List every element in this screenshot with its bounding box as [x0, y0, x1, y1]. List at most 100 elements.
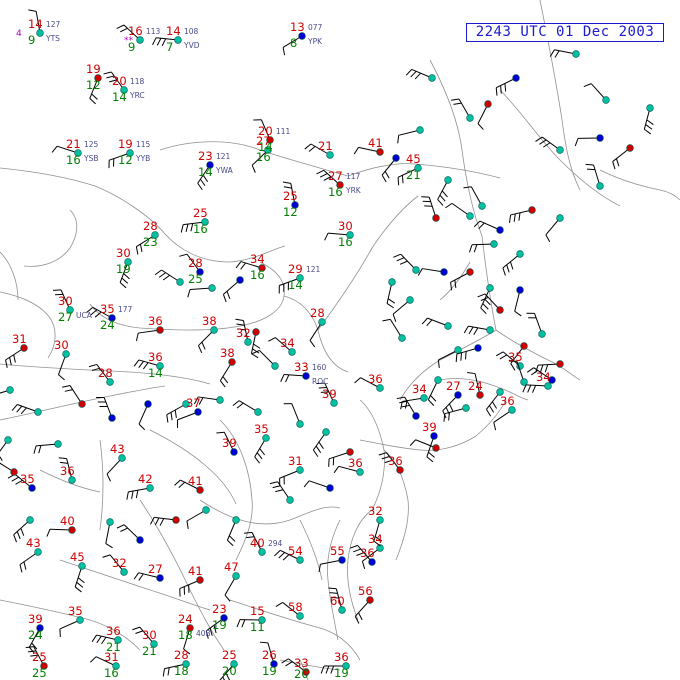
station-plot[interactable]: [303, 480, 334, 492]
station-plot[interactable]: [19, 548, 42, 573]
sky-cover-circle: [136, 536, 144, 544]
temperature-label: 36: [388, 454, 403, 468]
station-plot[interactable]: [405, 68, 436, 82]
station-plot[interactable]: [535, 136, 564, 154]
station-plot[interactable]: [437, 176, 452, 206]
station-plot[interactable]: [574, 134, 604, 147]
station-plot[interactable]: [397, 126, 424, 144]
station-plot[interactable]: [477, 100, 492, 130]
wind-barb-flag: [428, 451, 435, 458]
station-plot[interactable]: [279, 466, 304, 487]
station-plot[interactable]: [545, 214, 564, 243]
wind-barb-flag: [285, 374, 290, 383]
station-plot[interactable]: [251, 349, 279, 370]
station-plot[interactable]: [197, 326, 218, 354]
station-plot[interactable]: [154, 269, 184, 286]
station-plot[interactable]: [138, 400, 152, 431]
station-plot[interactable]: [232, 400, 262, 416]
wind-barb-flag: [13, 354, 16, 363]
wind-barb-flag: [401, 404, 410, 408]
station-plot[interactable]: [312, 428, 330, 457]
wind-barb-flag: [11, 476, 19, 482]
wind-barb-flag: [154, 517, 160, 526]
sky-cover-circle: [236, 276, 244, 284]
station-plot[interactable]: [116, 524, 144, 544]
station-plot[interactable]: [318, 556, 346, 573]
station-plot[interactable]: [222, 276, 244, 303]
station-plot[interactable]: [186, 506, 210, 529]
wind-barb-flag: [325, 665, 330, 674]
station-plot[interactable]: [381, 154, 400, 183]
sky-cover-circle: [322, 428, 330, 436]
station-plot[interactable]: [502, 250, 524, 276]
station-plot[interactable]: [480, 284, 494, 315]
station-plot[interactable]: [176, 408, 202, 428]
station-plot[interactable]: [11, 404, 42, 416]
wind-barb-flag: [156, 37, 162, 46]
station-plot[interactable]: [495, 74, 520, 96]
sky-cover-circle: [176, 278, 184, 286]
station-plot[interactable]: [0, 436, 12, 465]
station-plot[interactable]: [106, 454, 126, 482]
station-plot[interactable]: [96, 396, 116, 422]
station-plot[interactable]: [514, 286, 524, 317]
station-plot[interactable]: [224, 572, 240, 602]
wind-barb-flag: [232, 400, 240, 407]
station-plot[interactable]: [269, 481, 294, 504]
station-plot[interactable]: [283, 403, 304, 428]
station-plot[interactable]: [149, 516, 180, 526]
station-plot[interactable]: [526, 312, 546, 338]
temperature-label: 31: [104, 650, 119, 664]
station-plot[interactable]: [187, 284, 216, 298]
station-plot[interactable]: [612, 144, 634, 170]
station-plot[interactable]: [443, 404, 470, 422]
wind-barb-flag: [158, 272, 166, 278]
station-plot[interactable]: [445, 202, 474, 220]
station-plot[interactable]: [643, 104, 654, 135]
station-plot[interactable]: [74, 562, 86, 593]
station-plot[interactable]: [219, 358, 236, 388]
wind-barb-flag: [500, 85, 502, 94]
station-plot[interactable]: [427, 376, 442, 406]
station-plot[interactable]: [450, 268, 474, 291]
wind-barb-flag: [120, 27, 128, 33]
station-plot[interactable]: [382, 318, 406, 342]
dewpoint-label: 18: [174, 664, 189, 678]
station-plot[interactable]: [549, 49, 580, 58]
station-plot[interactable]: [0, 386, 14, 405]
station-plot[interactable]: [442, 391, 462, 419]
station-plot[interactable]: [583, 83, 610, 104]
station-plot[interactable]: [386, 278, 396, 309]
wind-barb-flag: [121, 277, 129, 284]
station-plot[interactable]: [421, 196, 440, 222]
station-plot[interactable]: [522, 382, 552, 393]
station-plot[interactable]: [254, 434, 270, 464]
sky-cover-circle: [4, 436, 12, 444]
station-plot[interactable]: [493, 406, 516, 431]
station-plot[interactable]: [463, 325, 494, 335]
station-plot[interactable]: [392, 296, 414, 322]
station-plot[interactable]: [126, 484, 154, 500]
station-plot[interactable]: [226, 516, 240, 547]
station-plot[interactable]: [46, 526, 76, 537]
temperature-label: 37: [186, 396, 201, 410]
station-plot[interactable]: [437, 346, 462, 368]
station-plot[interactable]: [309, 318, 326, 348]
station-plot[interactable]: [0, 460, 18, 476]
station-plot[interactable]: [58, 350, 70, 381]
wind-barb-flag: [328, 587, 337, 590]
station-plot[interactable]: [508, 206, 536, 223]
station-plot[interactable]: [417, 268, 448, 276]
station-plot[interactable]: [62, 385, 86, 408]
temperature-label: 45: [70, 550, 85, 564]
wind-barb-flag: [508, 214, 512, 223]
station-plot[interactable]: [421, 317, 452, 330]
station-plot[interactable]: [463, 186, 486, 210]
station-plot[interactable]: [5, 344, 28, 368]
station-plot[interactable]: [59, 616, 84, 637]
station-plot[interactable]: [280, 372, 310, 383]
station-plot[interactable]: [33, 440, 62, 454]
station-plot[interactable]: [105, 518, 114, 549]
wind-barb-flag: [236, 619, 241, 628]
station-plot[interactable]: [393, 253, 420, 274]
